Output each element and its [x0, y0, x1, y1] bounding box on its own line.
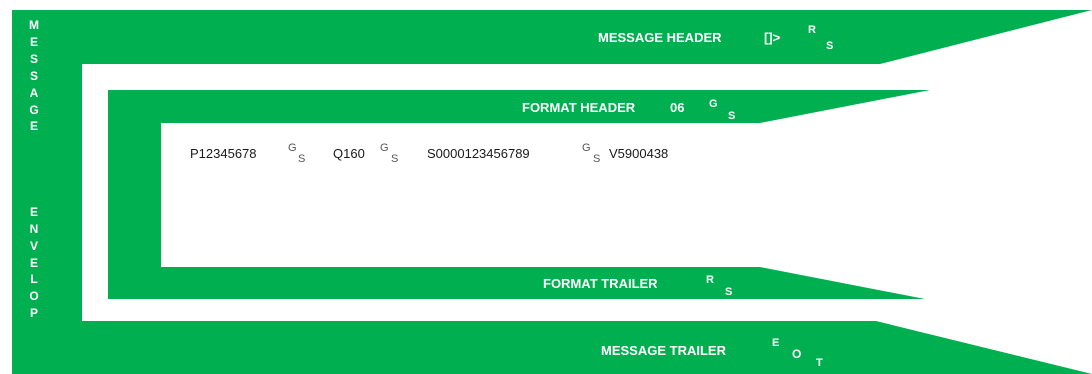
- message-envelope-shape: [12, 10, 1092, 374]
- message-trailer-separator-mid: O: [792, 347, 801, 361]
- format-trailer-separator-sub: S: [725, 286, 732, 298]
- envelope-vertical-label-message: M E S S A G E: [29, 18, 39, 133]
- message-header-code: []>: [764, 30, 781, 45]
- message-header-separator-sub: S: [826, 40, 833, 52]
- format-header-separator-sub: S: [728, 110, 735, 122]
- data-element: S0000123456789: [427, 146, 530, 161]
- envelope-letter: G: [29, 103, 38, 117]
- envelope-letter: P: [30, 306, 38, 320]
- message-trailer-label: MESSAGE TRAILER: [601, 343, 727, 358]
- envelope-vertical-label-envelop: E N V E L O P: [29, 205, 38, 320]
- group-separator-sub: S: [391, 153, 398, 165]
- envelope-letter: E: [30, 35, 38, 49]
- format-header-label: FORMAT HEADER: [522, 100, 636, 115]
- data-element: P12345678: [190, 146, 257, 161]
- envelope-letter: O: [29, 289, 38, 303]
- format-trailer-separator-sup: R: [706, 274, 714, 286]
- envelope-letter: E: [30, 205, 38, 219]
- group-separator-sub: S: [298, 153, 305, 165]
- group-separator-sup: G: [288, 142, 297, 154]
- data-element: Q160: [333, 146, 365, 161]
- group-separator-sup: G: [380, 142, 389, 154]
- group-separator-sup: G: [582, 142, 591, 154]
- message-header-label: MESSAGE HEADER: [598, 30, 722, 45]
- envelope-letter: S: [30, 52, 38, 66]
- data-element: V5900438: [609, 146, 668, 161]
- group-separator-sub: S: [593, 153, 600, 165]
- message-envelope-diagram: M E S S A G E E N V E L O P MESSAGE HEAD…: [12, 10, 1092, 374]
- format-header-code: 06: [670, 100, 684, 115]
- data-line: P12345678 G S Q160 G S S0000123456789 G …: [190, 142, 668, 165]
- envelope-letter: V: [30, 239, 38, 253]
- envelope-letter: L: [30, 272, 37, 286]
- message-trailer-separator-sup: E: [772, 337, 779, 349]
- envelope-letter: M: [29, 18, 39, 32]
- envelope-letter: E: [30, 119, 38, 133]
- envelope-letter: A: [30, 86, 39, 100]
- format-header-separator-sup: G: [709, 98, 718, 110]
- message-header-separator-sup: R: [808, 24, 816, 36]
- envelope-letter: E: [30, 256, 38, 270]
- format-envelope-shape: [108, 90, 930, 299]
- envelope-letter: S: [30, 69, 38, 83]
- format-trailer-label: FORMAT TRAILER: [543, 276, 658, 291]
- message-trailer-separator-sub: T: [816, 357, 823, 369]
- envelope-letter: N: [30, 222, 39, 236]
